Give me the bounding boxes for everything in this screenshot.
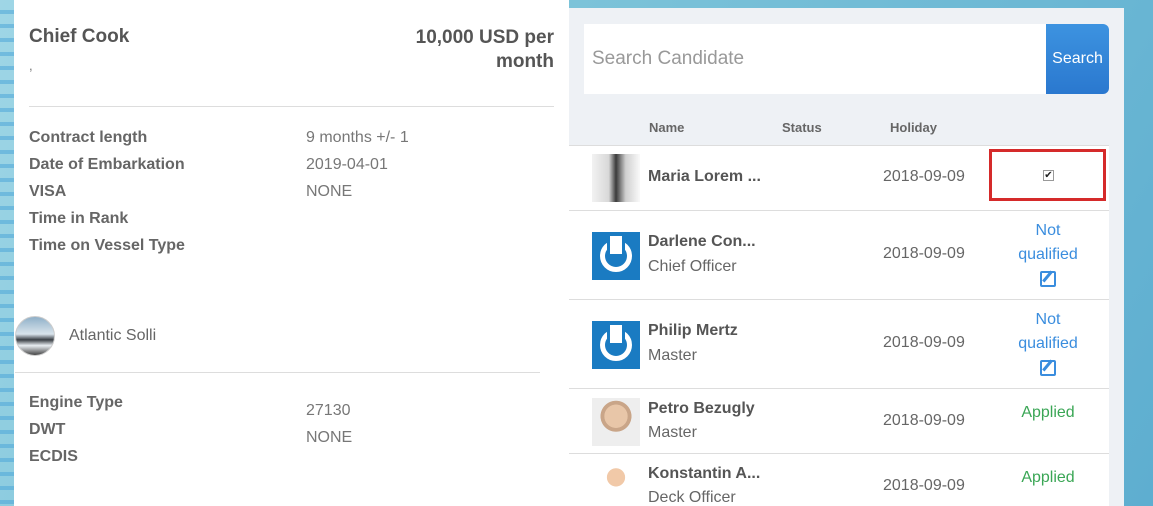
detail-row: Date of Embarkation 2019-04-01 bbox=[29, 156, 559, 183]
table-row[interactable]: Darlene Con... Chief Officer 2018-09-09 … bbox=[569, 210, 1109, 299]
candidate-rank: Chief Officer bbox=[648, 258, 737, 275]
candidate-rank: Master bbox=[648, 424, 697, 441]
select-checkbox[interactable]: ✔ bbox=[1043, 170, 1054, 181]
holiday-date: 2018-09-09 bbox=[883, 412, 965, 429]
holiday-date: 2018-09-09 bbox=[883, 168, 965, 185]
spec-row: DWT NONE bbox=[29, 421, 559, 448]
detail-label: Date of Embarkation bbox=[29, 156, 185, 173]
avatar bbox=[592, 154, 640, 202]
detail-value: 2019-04-01 bbox=[306, 156, 388, 173]
default-avatar-icon bbox=[592, 321, 640, 369]
detail-row: Time on Vessel Type bbox=[29, 237, 559, 264]
holiday-date: 2018-09-09 bbox=[883, 334, 965, 351]
candidate-name[interactable]: Philip Mertz bbox=[648, 322, 738, 340]
default-avatar-icon bbox=[592, 232, 640, 280]
spec-value: NONE bbox=[306, 429, 353, 446]
table-row[interactable]: Maria Lorem ... 2018-09-09 ✔ bbox=[569, 145, 1109, 210]
detail-row: Time in Rank bbox=[29, 210, 559, 237]
status-applied: Applied bbox=[1021, 404, 1075, 421]
vessel-avatar bbox=[15, 316, 55, 356]
column-header-name[interactable]: Name bbox=[649, 120, 684, 135]
job-salary: 10,000 USD per month bbox=[415, 27, 554, 72]
holiday-date: 2018-09-09 bbox=[883, 477, 965, 494]
candidate-name[interactable]: Darlene Con... bbox=[648, 233, 756, 251]
detail-value: NONE bbox=[306, 183, 353, 200]
search-input[interactable] bbox=[584, 24, 1046, 94]
spec-row: Engine Type 27130 bbox=[29, 394, 559, 421]
avatar bbox=[592, 398, 640, 446]
spec-label: Engine Type bbox=[29, 394, 123, 411]
status-text[interactable]: qualified bbox=[989, 243, 1107, 267]
vessel-info[interactable]: Atlantic Solli bbox=[15, 316, 540, 356]
status-applied: Applied bbox=[1021, 469, 1075, 486]
detail-value: 9 months +/- 1 bbox=[306, 129, 409, 146]
candidate-rank: Master bbox=[648, 347, 697, 364]
candidates-panel: Search Name Status Holiday Maria Lorem .… bbox=[569, 8, 1124, 506]
table-row[interactable]: Konstantin A... Deck Officer 2018-09-09 … bbox=[569, 453, 1109, 506]
detail-label: Time on Vessel Type bbox=[29, 237, 185, 254]
background-decoration bbox=[0, 0, 14, 506]
job-header: Chief Cook , 10,000 USD per month bbox=[29, 0, 554, 107]
column-header-holiday[interactable]: Holiday bbox=[890, 120, 937, 135]
edit-icon[interactable] bbox=[1040, 359, 1056, 376]
spec-label: ECDIS bbox=[29, 448, 78, 465]
edit-icon[interactable] bbox=[1040, 270, 1056, 287]
vessel-name: Atlantic Solli bbox=[69, 327, 157, 344]
detail-row: Contract length 9 months +/- 1 bbox=[29, 129, 559, 156]
table-row[interactable]: Petro Bezugly Master 2018-09-09 Applied bbox=[569, 388, 1109, 453]
detail-label: VISA bbox=[29, 183, 67, 200]
candidate-name[interactable]: Petro Bezugly bbox=[648, 400, 755, 418]
detail-row: VISA NONE bbox=[29, 183, 559, 210]
job-subtitle: , bbox=[29, 58, 33, 73]
spec-row: ECDIS bbox=[29, 448, 559, 475]
candidate-rank: Deck Officer bbox=[648, 489, 736, 506]
spec-value: 27130 bbox=[306, 402, 351, 419]
spec-label: DWT bbox=[29, 421, 66, 438]
status-text[interactable]: qualified bbox=[989, 332, 1107, 356]
avatar bbox=[592, 462, 640, 506]
table-header: Name Status Holiday bbox=[569, 112, 1109, 146]
status-text[interactable]: Not bbox=[989, 308, 1107, 332]
status-not-qualified[interactable]: Not qualified bbox=[989, 308, 1107, 380]
divider bbox=[15, 372, 540, 373]
table-row[interactable]: Philip Mertz Master 2018-09-09 Not quali… bbox=[569, 299, 1109, 388]
detail-label: Time in Rank bbox=[29, 210, 129, 227]
detail-label: Contract length bbox=[29, 129, 148, 146]
status-not-qualified[interactable]: Not qualified bbox=[989, 219, 1107, 291]
column-header-status[interactable]: Status bbox=[782, 120, 822, 135]
holiday-date: 2018-09-09 bbox=[883, 245, 965, 262]
job-title: Chief Cook bbox=[29, 26, 130, 47]
status-text[interactable]: Not bbox=[989, 219, 1107, 243]
candidate-name[interactable]: Konstantin A... bbox=[648, 465, 760, 483]
candidate-name[interactable]: Maria Lorem ... bbox=[648, 168, 761, 186]
search-button[interactable]: Search bbox=[1046, 24, 1109, 94]
